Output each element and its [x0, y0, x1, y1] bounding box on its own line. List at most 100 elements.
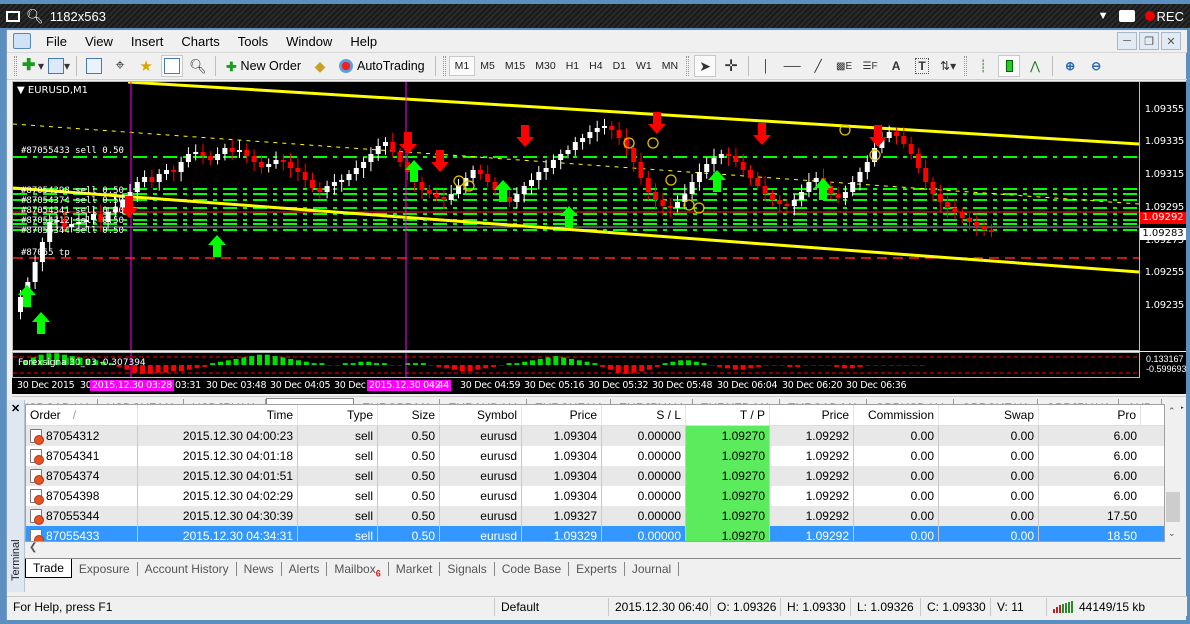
arrows-tool[interactable]: ⇅▾	[937, 55, 959, 77]
new-chart-button[interactable]: ✚ ▾	[22, 55, 44, 77]
market-watch-button[interactable]	[83, 55, 105, 77]
cursor-tool[interactable]: ➤	[694, 55, 717, 77]
bar-chart-button[interactable]: ┊	[972, 55, 994, 77]
zoom-icon[interactable]: 🔍︎	[26, 8, 44, 25]
table-row[interactable]: 87054374 2015.12.30 04:01:51 sell 0.50 eurus…	[26, 466, 1164, 486]
menu-help[interactable]: Help	[341, 34, 386, 49]
indicator-subwindow[interactable]: Forexsignal30_03 -0.307394	[12, 352, 1140, 378]
crosshair-tool[interactable]: ✛	[720, 55, 742, 77]
zoom-in-button[interactable]: ⊕	[1059, 55, 1081, 77]
col-size[interactable]: Size	[378, 405, 440, 425]
terminal-tab-mailbox[interactable]: Mailbox6	[327, 561, 389, 578]
terminal-tab-code-base[interactable]: Code Base	[495, 561, 570, 576]
table-row[interactable]: 87054341 2015.12.30 04:01:18 sell 0.50 eurus…	[26, 446, 1164, 466]
toolbar-grip[interactable]	[14, 56, 17, 76]
data-window-button[interactable]: ⌖	[109, 55, 131, 77]
profit-cell: 17.50	[1106, 509, 1137, 523]
chart-menu-icon[interactable]: ▼	[17, 85, 25, 96]
horizontal-scrollbar[interactable]: ❮	[25, 542, 1181, 556]
terminal-tab-journal[interactable]: Journal	[625, 561, 680, 576]
tf-h1[interactable]: H1	[561, 56, 584, 76]
vertical-scrollbar[interactable]: ⌃ ⌄	[1165, 404, 1181, 542]
candle-body	[653, 192, 659, 200]
col-symbol[interactable]: Symbol	[440, 405, 522, 425]
table-row[interactable]: 87054312 2015.12.30 04:00:23 sell 0.50 eurus…	[26, 426, 1164, 446]
col-price[interactable]: Price	[522, 405, 602, 425]
status-connection[interactable]: 44149/15 kb	[1047, 598, 1151, 616]
auto-trading-button[interactable]: AutoTrading	[335, 55, 429, 77]
tf-h4[interactable]: H4	[584, 56, 607, 76]
rec-button[interactable]: REC	[1144, 9, 1184, 24]
tf-w1[interactable]: W1	[631, 56, 657, 76]
tf-d1[interactable]: D1	[608, 56, 631, 76]
terminal-tab-experts[interactable]: Experts	[569, 561, 625, 576]
zoom-out-button[interactable]: ⊖	[1085, 55, 1107, 77]
terminal-tab-signals[interactable]: Signals	[440, 561, 495, 576]
status-open: O: 1.09326	[711, 597, 781, 616]
candlestick-button[interactable]	[998, 55, 1021, 77]
menu-insert[interactable]: Insert	[122, 34, 173, 49]
menu-file[interactable]: File	[37, 34, 76, 49]
terminal-tab-trade[interactable]: Trade	[25, 559, 72, 578]
tf-m30[interactable]: M30	[530, 56, 560, 76]
new-order-button[interactable]: ✚ New Order	[222, 55, 305, 77]
tf-m15[interactable]: M15	[500, 56, 530, 76]
table-row[interactable]: 87055344 2015.12.30 04:30:39 sell 0.50 eurus…	[26, 506, 1164, 526]
tf-m1[interactable]: M1	[448, 56, 476, 76]
window-icon[interactable]	[6, 10, 20, 22]
navigator-button[interactable]: ★	[135, 55, 157, 77]
terminal-button[interactable]	[161, 55, 184, 77]
equidistant-channel-tool[interactable]: ▩E	[833, 55, 855, 77]
menu-view[interactable]: View	[76, 34, 122, 49]
vertical-line-tool[interactable]: │	[755, 55, 777, 77]
menu-window[interactable]: Window	[277, 34, 341, 49]
table-row[interactable]: 87054398 2015.12.30 04:02:29 sell 0.50 eurus…	[26, 486, 1164, 506]
menu-tools[interactable]: Tools	[229, 34, 277, 49]
candle-body	[339, 180, 345, 182]
terminal-tab-market[interactable]: Market	[389, 561, 441, 576]
col-profit[interactable]: Pro	[1039, 405, 1141, 425]
col-time[interactable]: Time	[138, 405, 298, 425]
profiles-button[interactable]: ▾	[48, 55, 70, 77]
scroll-thumb[interactable]	[1166, 492, 1180, 522]
close-button[interactable]: ✕	[1161, 32, 1181, 50]
col-swap[interactable]: Swap	[939, 405, 1039, 425]
camera-icon[interactable]	[1118, 10, 1135, 22]
table-row[interactable]: 87055433 2015.12.30 04:34:31 sell 0.50 eurus…	[26, 526, 1164, 541]
tf-m5[interactable]: M5	[475, 56, 500, 76]
type-cell: sell	[298, 446, 378, 466]
symbol-cell: eurusd	[440, 466, 522, 486]
meta-editor-button[interactable]: ◆	[309, 55, 331, 77]
tester-button[interactable]: 🔍︎	[187, 55, 209, 77]
menu-charts[interactable]: Charts	[172, 34, 228, 49]
col-order[interactable]: Order /	[26, 405, 138, 425]
candle-body	[426, 190, 432, 194]
tf-mn[interactable]: MN	[657, 56, 683, 76]
col-commission[interactable]: Commission	[854, 405, 939, 425]
text-tool[interactable]: A	[885, 55, 907, 77]
col-sl[interactable]: S / L	[602, 405, 686, 425]
trendline-tool[interactable]: ╱	[807, 55, 829, 77]
text-label-tool[interactable]: T	[911, 55, 933, 77]
line-chart-button[interactable]: ⋀	[1024, 55, 1046, 77]
horizontal-line-tool[interactable]: ──	[781, 55, 803, 77]
scroll-down-icon[interactable]: ⌄	[1168, 528, 1176, 539]
close-terminal-icon[interactable]: ✕	[11, 402, 20, 415]
fibonacci-tool[interactable]: ☰F	[859, 55, 881, 77]
price-axis[interactable]: 1.09292 1.09283 1.09355 1.09335 1.09315 1.0…	[1140, 81, 1186, 351]
minimize-button[interactable]: ─	[1117, 32, 1137, 50]
scroll-left-icon[interactable]: ❮	[29, 542, 37, 553]
terminal-tab-exposure[interactable]: Exposure	[72, 561, 138, 576]
col-tp[interactable]: T / P	[686, 405, 770, 425]
price-chart[interactable]: ▼ EURUSD,M1 #87055433 sell 0.50 #87054398…	[12, 81, 1140, 351]
dropdown-icon[interactable]: ▼	[1098, 10, 1109, 22]
terminal-tab-news[interactable]: News	[237, 561, 282, 576]
terminal-tab-alerts[interactable]: Alerts	[282, 561, 328, 576]
scroll-up-icon[interactable]: ⌃	[1168, 406, 1176, 417]
app-icon[interactable]	[13, 33, 31, 49]
col-current-price[interactable]: Price	[770, 405, 854, 425]
restore-button[interactable]: ❐	[1139, 32, 1159, 50]
terminal-tab-account-history[interactable]: Account History	[138, 561, 237, 576]
time-axis[interactable]: 30 Dec 2015 30 2015.12.30 03:28 03:31 30 Dec…	[12, 378, 1186, 394]
col-type[interactable]: Type	[298, 405, 378, 425]
